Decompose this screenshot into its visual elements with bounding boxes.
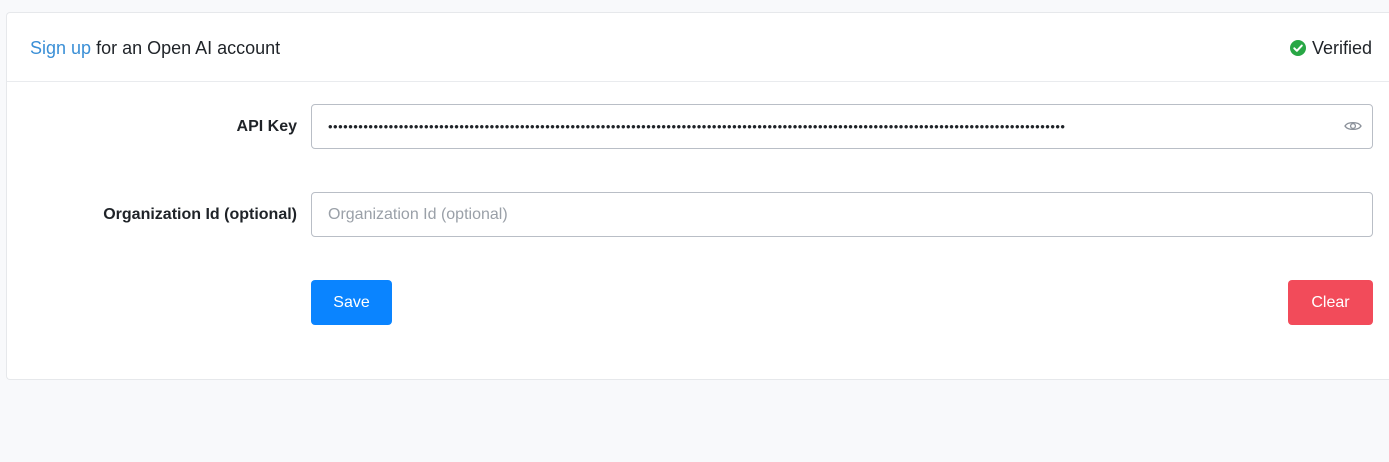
api-key-field-wrapper	[311, 104, 1373, 149]
verified-status: Verified	[1289, 37, 1372, 59]
api-key-input[interactable]	[312, 105, 1372, 148]
signup-prompt-text: for an Open AI account	[91, 38, 281, 58]
check-circle-icon	[1289, 40, 1306, 56]
clear-button[interactable]: Clear	[1288, 280, 1373, 325]
api-key-label: API Key	[236, 118, 297, 135]
signup-prompt: Sign up for an Open AI account	[30, 37, 280, 59]
organization-id-field-wrapper	[311, 192, 1373, 237]
organization-id-input[interactable]	[312, 193, 1372, 236]
card-header: Sign up for an Open AI account Verified	[7, 13, 1389, 82]
eye-icon[interactable]	[1344, 119, 1362, 133]
signup-link[interactable]: Sign up	[30, 38, 91, 58]
verified-label: Verified	[1311, 38, 1372, 58]
save-button[interactable]: Save	[311, 280, 392, 325]
organization-id-label: Organization Id (optional)	[103, 206, 297, 223]
openai-settings-card: Sign up for an Open AI account Verified …	[6, 12, 1389, 380]
